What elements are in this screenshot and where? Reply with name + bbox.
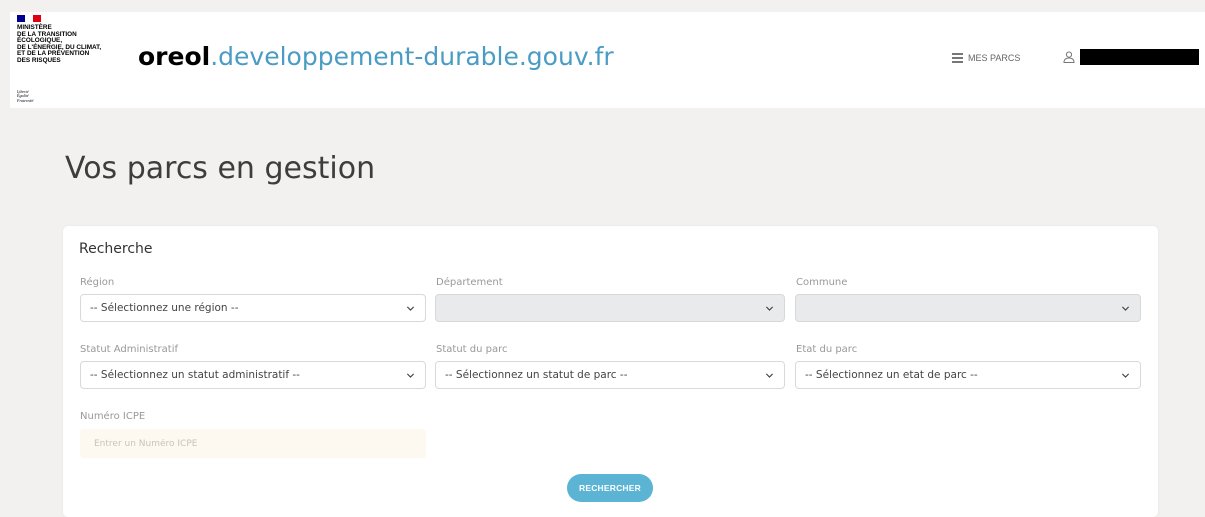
site-domain: .developpement-durable.gouv.fr xyxy=(210,42,614,71)
republic-motto: Liberté Égalité Fraternité xyxy=(17,89,34,103)
page-title: Vos parcs en gestion xyxy=(65,151,376,186)
numero-icpe-label: Numéro ICPE xyxy=(80,411,146,422)
mes-parcs-label: MES PARCS xyxy=(968,53,1021,63)
statut-parc-select-value: -- Sélectionnez un statut de parc -- xyxy=(445,369,628,381)
etat-parc-select-value: -- Sélectionnez un etat de parc -- xyxy=(805,369,978,381)
departement-select[interactable] xyxy=(435,294,785,322)
search-card: Recherche Région -- Sélectionnez une rég… xyxy=(63,226,1158,517)
user-icon[interactable] xyxy=(1063,51,1075,63)
chevron-down-icon xyxy=(1121,306,1130,311)
site-title-link[interactable]: oreol.developpement-durable.gouv.fr xyxy=(138,42,614,72)
chevron-down-icon xyxy=(765,306,774,311)
statut-administratif-select[interactable]: -- Sélectionnez un statut administratif … xyxy=(80,361,426,389)
site-header: MINISTÈRE DE LA TRANSITION ÉCOLOGIQUE, D… xyxy=(0,0,1205,118)
user-name-redacted[interactable] xyxy=(1080,49,1199,65)
chevron-down-icon xyxy=(765,373,774,378)
etat-parc-select[interactable]: -- Sélectionnez un etat de parc -- xyxy=(795,361,1141,389)
site-brand: oreol xyxy=(138,42,211,71)
commune-select[interactable] xyxy=(795,294,1141,322)
departement-label: Département xyxy=(436,277,503,288)
chevron-down-icon xyxy=(406,306,415,311)
statut-administratif-label: Statut Administratif xyxy=(80,344,178,355)
statut-parc-label: Statut du parc xyxy=(436,344,508,355)
statut-administratif-select-value: -- Sélectionnez un statut administratif … xyxy=(90,369,300,381)
etat-parc-label: Etat du parc xyxy=(796,344,858,355)
commune-label: Commune xyxy=(796,277,848,288)
chevron-down-icon xyxy=(1121,373,1130,378)
republic-flag-logo xyxy=(17,15,41,22)
region-select[interactable]: -- Sélectionnez une région -- xyxy=(80,294,426,322)
region-select-value: -- Sélectionnez une région -- xyxy=(90,302,239,314)
search-card-title: Recherche xyxy=(79,241,153,257)
numero-icpe-input[interactable] xyxy=(80,429,426,458)
rechercher-button[interactable]: RECHERCHER xyxy=(567,474,653,502)
list-icon xyxy=(952,53,963,63)
mes-parcs-link[interactable]: MES PARCS xyxy=(952,51,1020,65)
ministry-name: MINISTÈRE DE LA TRANSITION ÉCOLOGIQUE, D… xyxy=(17,24,102,64)
region-label: Région xyxy=(80,277,115,288)
chevron-down-icon xyxy=(406,373,415,378)
statut-parc-select[interactable]: -- Sélectionnez un statut de parc -- xyxy=(435,361,785,389)
